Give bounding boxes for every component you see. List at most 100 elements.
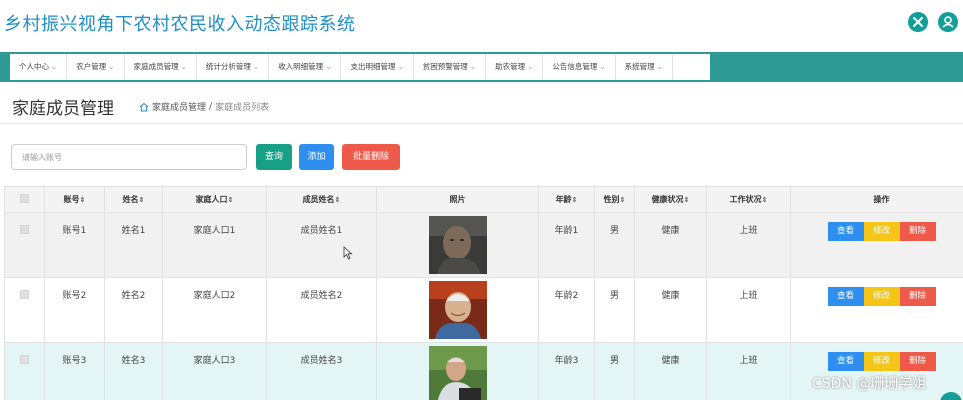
nav-item-farmer[interactable]: 农户管理 ⌄ (67, 54, 125, 80)
cell-photo (376, 212, 539, 278)
chevron-down-icon: ⌄ (469, 62, 477, 71)
header-label: 年龄 (555, 195, 572, 204)
expand-icon[interactable] (908, 12, 928, 32)
column-header-age[interactable]: 年龄⇕ (538, 186, 595, 213)
cell-member-name: 成员姓名1 (266, 212, 377, 278)
column-header-health[interactable]: 健康状况⇕ (634, 186, 707, 213)
nav-item-family-member[interactable]: 家庭成员管理 ⌄ (125, 54, 197, 80)
cell-age: 年龄2 (538, 277, 595, 343)
row-action-group: 查看 修改 删除 (827, 352, 936, 371)
cell-member-name: 成员姓名2 (266, 277, 377, 343)
row-checkbox[interactable] (20, 225, 29, 234)
column-header-gender[interactable]: 性别⇕ (594, 186, 635, 213)
row-action-group: 查看 修改 删除 (827, 222, 936, 241)
chevron-down-icon: ⌄ (180, 62, 187, 71)
chevron-down-icon: ⌄ (656, 62, 663, 71)
table-row[interactable]: 账号2 姓名2 家庭人口2 成员姓名2 年龄2 男 健康 上班 查看 修改 删除 (4, 277, 963, 343)
column-header-household[interactable]: 家庭人口⇕ (162, 186, 267, 213)
nav-item-farm-aid[interactable]: 助农管理 ⌄ (486, 54, 544, 80)
cell-health: 健康 (634, 212, 707, 278)
delete-button[interactable]: 删除 (899, 222, 936, 241)
family-member-table: 账号⇕ 姓名⇕ 家庭人口⇕ 成员姓名⇕ 照片 年龄⇕ 性别⇕ 健康状况⇕ 工作状… (4, 186, 963, 400)
sort-icon: ⇕ (79, 196, 86, 204)
main-nav: 个人中心 ⌄ 农户管理 ⌄ 家庭成员管理 ⌄ 统计分析管理 ⌄ 收入明细管理 ⌄ 支出明细… (0, 52, 963, 82)
member-photo[interactable] (428, 346, 487, 400)
nav-label: 助农管理 (495, 62, 526, 71)
column-header-member-name[interactable]: 成员姓名⇕ (266, 186, 377, 213)
select-all-checkbox[interactable] (20, 194, 29, 203)
home-icon[interactable] (139, 102, 149, 112)
add-button[interactable]: 添加 (299, 144, 334, 170)
batch-delete-button[interactable]: 批量删除 (342, 144, 400, 170)
chevron-down-icon: ⌄ (397, 62, 404, 71)
nav-item-income[interactable]: 收入明细管理 ⌄ (269, 54, 342, 80)
nav-label: 支出明细管理 (350, 62, 396, 71)
view-button[interactable]: 查看 (827, 222, 864, 241)
sort-icon: ⇕ (571, 196, 578, 204)
member-photo[interactable] (428, 281, 487, 339)
breadcrumb-section[interactable]: 家庭成员管理 (152, 100, 206, 113)
cell-household: 家庭人口2 (162, 277, 267, 343)
delete-button[interactable]: 删除 (899, 287, 936, 306)
row-checkbox[interactable] (20, 290, 29, 299)
nav-item-notice[interactable]: 公告信息管理 ⌄ (543, 54, 616, 80)
table-header-row: 账号⇕ 姓名⇕ 家庭人口⇕ 成员姓名⇕ 照片 年龄⇕ 性别⇕ 健康状况⇕ 工作状… (4, 186, 963, 213)
cell-household: 家庭人口3 (162, 342, 267, 400)
cell-household: 家庭人口1 (162, 212, 267, 278)
edit-button[interactable]: 修改 (863, 222, 900, 241)
delete-button[interactable]: 删除 (899, 352, 936, 371)
cell-photo (376, 342, 539, 400)
sort-icon: ⇕ (227, 196, 234, 204)
breadcrumb-separator: / (209, 101, 213, 112)
nav-label: 农户管理 (76, 62, 107, 71)
nav-label: 系统管理 (624, 62, 655, 71)
column-header-account[interactable]: 账号⇕ (44, 186, 105, 213)
chevron-down-icon: ⌄ (252, 62, 260, 71)
column-header-work[interactable]: 工作状况⇕ (706, 186, 791, 213)
column-header-name[interactable]: 姓名⇕ (104, 186, 163, 213)
sort-icon: ⇕ (683, 196, 690, 204)
chevron-down-icon: ⌄ (325, 62, 332, 71)
query-button[interactable]: 查询 (256, 144, 292, 170)
cell-photo (376, 277, 539, 343)
table-row[interactable]: 账号1 姓名1 家庭人口1 成员姓名1 年龄1 男 健康 上班 查看 修改 删除 (4, 212, 963, 278)
column-header-actions: 操作 (790, 186, 963, 213)
cell-gender: 男 (594, 342, 635, 400)
edit-button[interactable]: 修改 (863, 287, 900, 306)
nav-label: 家庭成员管理 (133, 62, 179, 71)
cell-account: 账号3 (44, 342, 105, 400)
cell-health: 健康 (634, 277, 707, 343)
page-title: 家庭成员管理 (12, 99, 114, 119)
view-button[interactable]: 查看 (827, 287, 864, 306)
nav-label: 收入明细管理 (278, 62, 324, 71)
nav-item-expense[interactable]: 支出明细管理 ⌄ (341, 54, 414, 80)
nav-item-statistics[interactable]: 统计分析管理 ⌄ (197, 54, 270, 80)
cell-account: 账号1 (44, 212, 105, 278)
search-input[interactable] (11, 144, 247, 170)
view-button[interactable]: 查看 (827, 352, 864, 371)
app-title: 乡村振兴视角下农村农民收入动态跟踪系统 (4, 14, 356, 35)
header-label: 家庭人口 (195, 195, 228, 204)
nav-item-poverty-warning[interactable]: 贫困预警管理 ⌄ (414, 54, 487, 80)
select-all-cell (4, 186, 45, 213)
breadcrumb-current: 家庭成员列表 (215, 103, 270, 113)
member-photo[interactable] (428, 216, 487, 274)
edit-button[interactable]: 修改 (863, 352, 900, 371)
sort-icon: ⇕ (619, 196, 626, 204)
row-select-cell (4, 277, 45, 343)
nav-item-system[interactable]: 系统管理 ⌄ (616, 54, 673, 80)
cell-account: 账号2 (44, 277, 105, 343)
cell-gender: 男 (594, 277, 635, 343)
column-header-photo: 照片 (376, 186, 539, 213)
cell-health: 健康 (634, 342, 707, 400)
cell-actions: 查看 修改 删除 (790, 212, 963, 278)
chevron-down-icon: ⌄ (599, 62, 606, 71)
user-icon[interactable] (938, 12, 958, 32)
nav-menu: 个人中心 ⌄ 农户管理 ⌄ 家庭成员管理 ⌄ 统计分析管理 ⌄ 收入明细管理 ⌄ 支出明细… (10, 54, 710, 80)
row-checkbox[interactable] (20, 355, 29, 364)
cell-work: 上班 (706, 212, 791, 278)
header-label: 账号 (63, 195, 80, 204)
header-label: 性别 (603, 195, 620, 204)
cell-work: 上班 (706, 277, 791, 343)
nav-item-personal-center[interactable]: 个人中心 ⌄ (10, 54, 68, 80)
